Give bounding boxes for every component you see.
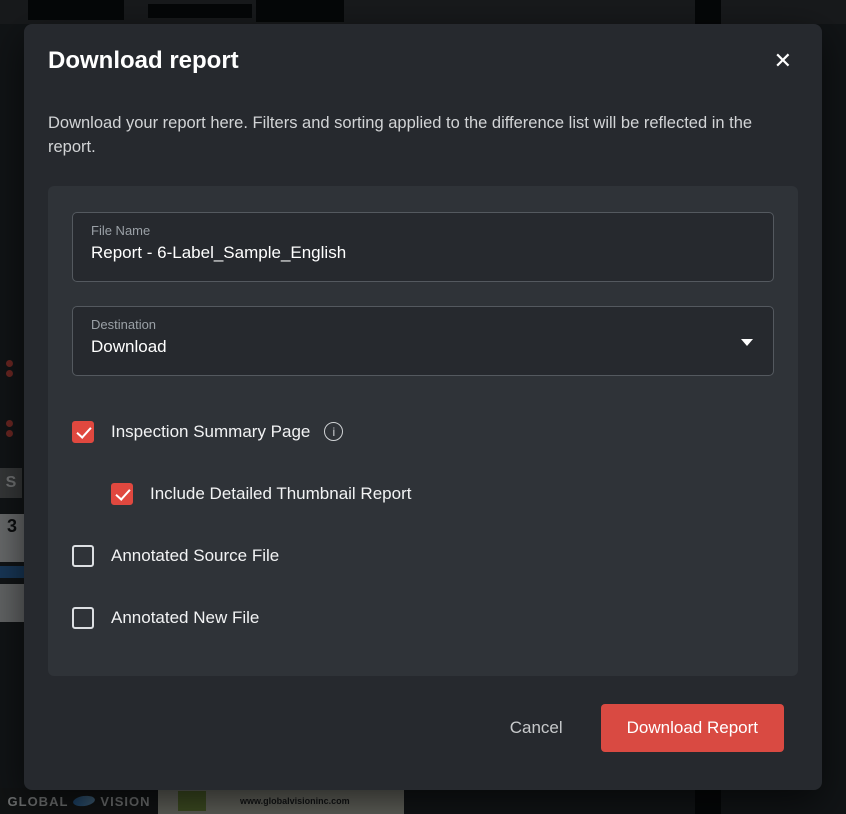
checkbox-row-inspection-summary[interactable]: Inspection Summary Page i [72,418,774,446]
info-glyph: i [333,426,336,438]
cancel-button[interactable]: Cancel [506,710,567,746]
file-name-label: File Name [91,223,755,238]
chevron-down-icon [741,339,753,346]
checkbox-row-annotated-source[interactable]: Annotated Source File [72,542,774,570]
detailed-thumbnail-checkbox[interactable] [111,483,133,505]
checkbox-row-annotated-new[interactable]: Annotated New File [72,604,774,632]
modal-footer: Cancel Download Report [48,704,798,766]
checkbox-label: Annotated New File [111,608,259,628]
page-title: Download report [48,47,239,75]
inspection-summary-checkbox[interactable] [72,421,94,443]
destination-value: Download [91,337,755,357]
options-panel: File Name Destination Download Inspectio… [48,186,798,676]
download-report-button[interactable]: Download Report [601,704,784,752]
download-report-modal: Download report ✕ Download your report h… [24,24,822,790]
file-name-input[interactable] [91,243,755,263]
destination-label: Destination [91,317,755,332]
annotated-new-checkbox[interactable] [72,607,94,629]
modal-header: Download report ✕ [48,46,798,76]
info-icon[interactable]: i [324,422,343,441]
close-icon[interactable]: ✕ [768,46,798,76]
modal-description: Download your report here. Filters and s… [48,112,798,160]
checkbox-label: Inspection Summary Page [111,422,310,442]
checkbox-row-detailed-thumbnail[interactable]: Include Detailed Thumbnail Report [111,480,774,508]
annotated-source-checkbox[interactable] [72,545,94,567]
checkbox-label: Annotated Source File [111,546,279,566]
file-name-field: File Name [72,212,774,282]
checkbox-label: Include Detailed Thumbnail Report [150,484,411,504]
destination-select[interactable]: Destination Download [72,306,774,376]
